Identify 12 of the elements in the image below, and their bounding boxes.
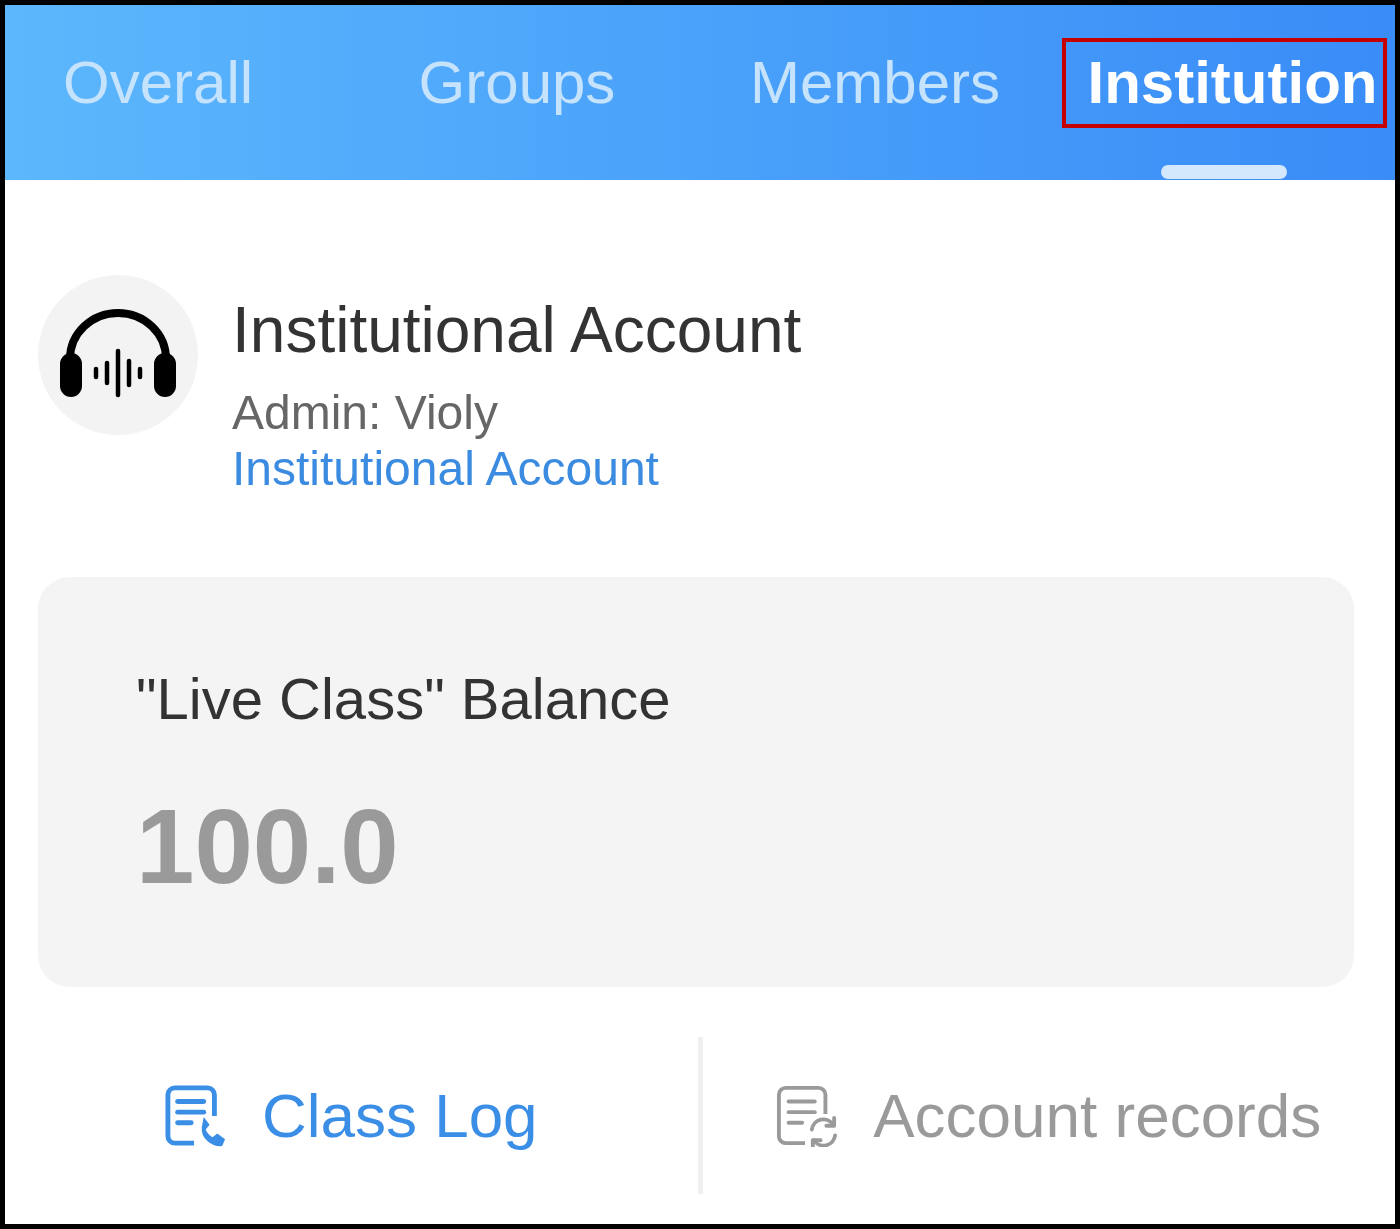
tab[interactable]: Overall xyxy=(59,38,258,128)
tab[interactable]: Members xyxy=(745,38,1005,128)
tab[interactable]: Groups xyxy=(414,38,620,128)
balance-label: "Live Class" Balance xyxy=(136,666,671,732)
balance-value: 100.0 xyxy=(136,792,399,902)
account-type-link[interactable]: Institutional Account xyxy=(232,441,659,497)
account-title: Institutional Account xyxy=(232,294,802,366)
document-phone-icon xyxy=(164,1084,227,1147)
account-records-button[interactable]: Account records xyxy=(776,1084,1322,1147)
tab[interactable]: Institution xyxy=(1061,38,1388,128)
document-refresh-icon xyxy=(776,1084,839,1147)
admin-name: Admin: Violy xyxy=(232,385,498,441)
